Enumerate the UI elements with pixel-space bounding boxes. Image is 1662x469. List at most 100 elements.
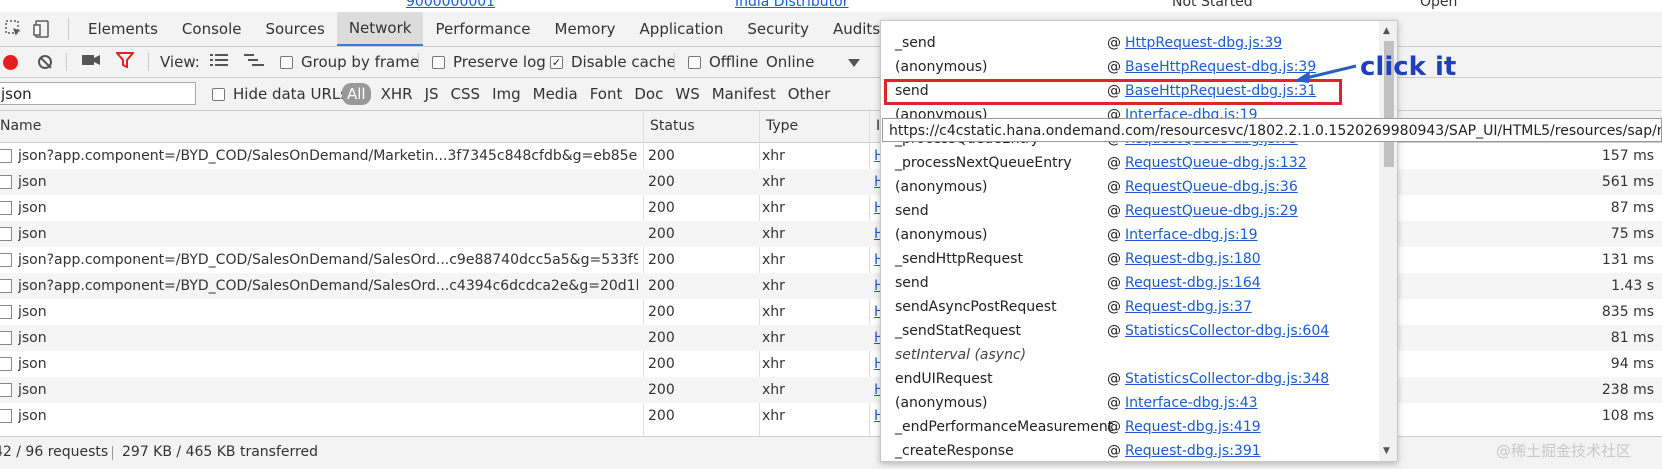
table-row[interactable]: json 200 xhr H 108 ms	[0, 403, 1662, 429]
waterfall-icon[interactable]	[244, 53, 264, 71]
table-row[interactable]: json 200 xhr H 87 ms	[0, 195, 1662, 221]
stack-frame: _endPerformanceMeasurement @ Request-dbg.j…	[881, 415, 1371, 439]
camera-icon[interactable]	[82, 53, 100, 71]
filter-img[interactable]: Img	[486, 85, 527, 103]
device-toolbar-icon[interactable]	[28, 12, 56, 46]
table-row[interactable]: json 200 xhr H 94 ms	[0, 351, 1662, 377]
column-name[interactable]: Name	[0, 111, 644, 142]
filter-ws[interactable]: WS	[669, 85, 705, 103]
filter-all[interactable]: All	[342, 83, 371, 105]
preserve-log-checkbox[interactable]	[432, 55, 445, 69]
record-icon[interactable]	[3, 54, 18, 70]
request-count: 42 / 96 requests	[0, 444, 109, 460]
transfer-size: 297 KB / 465 KB transferred	[122, 444, 318, 460]
filter-css[interactable]: CSS	[445, 85, 487, 103]
group-by-frame-label: Group by frame	[301, 53, 420, 71]
stack-frame: endUIRequest @ StatisticsCollector-dbg.js:…	[881, 367, 1371, 391]
tab-security[interactable]: Security	[735, 12, 821, 46]
table-row[interactable]: json?app.component=/BYD_COD/SalesOnDeman…	[0, 143, 1662, 169]
row-name: json	[18, 174, 47, 190]
row-status: 200	[648, 226, 675, 242]
filter-manifest[interactable]: Manifest	[706, 85, 782, 103]
account-link[interactable]: India Distributor	[735, 0, 848, 10]
source-link[interactable]: Interface-dbg.js:19	[1125, 223, 1258, 247]
row-status: 200	[648, 252, 675, 268]
disable-cache-checkbox[interactable]: ✓	[550, 55, 563, 69]
row-status: 200	[648, 174, 675, 190]
page-content-sliver: 9000000001 India Distributor Not Started…	[0, 0, 1662, 12]
table-row[interactable]: json 200 xhr H 81 ms	[0, 325, 1662, 351]
source-link[interactable]: Request-dbg.js:391	[1125, 439, 1261, 461]
state-text: Open	[1420, 0, 1458, 10]
row-checkbox	[0, 201, 12, 215]
group-by-frame-checkbox[interactable]	[280, 55, 293, 69]
source-link[interactable]: RequestQueue-dbg.js:36	[1125, 175, 1298, 199]
row-checkbox	[0, 305, 12, 319]
offline-checkbox[interactable]	[688, 55, 701, 69]
large-rows-icon[interactable]	[210, 53, 228, 71]
row-checkbox	[0, 357, 12, 371]
source-link[interactable]: BaseHttpRequest-dbg.js:39	[1125, 55, 1316, 79]
source-link[interactable]: RequestQueue-dbg.js:132	[1125, 151, 1307, 175]
tab-elements[interactable]: Elements	[76, 12, 170, 46]
filter-font[interactable]: Font	[584, 85, 629, 103]
tab-application[interactable]: Application	[628, 12, 736, 46]
hide-data-urls-checkbox[interactable]	[212, 87, 225, 101]
throttling-select[interactable]: Online	[766, 47, 861, 77]
row-checkbox	[0, 227, 12, 241]
column-status[interactable]: Status	[643, 111, 759, 142]
chevron-down-icon	[848, 53, 861, 71]
source-link[interactable]: HttpRequest-dbg.js:39	[1125, 31, 1282, 55]
filter-xhr[interactable]: XHR	[375, 85, 419, 103]
stack-frame: (anonymous) @ Interface-dbg.js:43	[881, 391, 1371, 415]
table-row[interactable]: json?app.component=/BYD_COD/SalesOnDeman…	[0, 273, 1662, 299]
inspect-element-icon[interactable]	[0, 12, 28, 46]
source-link[interactable]: Request-dbg.js:419	[1125, 415, 1261, 439]
table-row[interactable]: json 200 xhr H 835 ms	[0, 299, 1662, 325]
row-name: json	[18, 356, 47, 372]
row-status: 200	[648, 148, 675, 164]
source-link[interactable]: StatisticsCollector-dbg.js:604	[1125, 319, 1329, 343]
column-type[interactable]: Type	[759, 111, 875, 142]
row-name: json	[18, 408, 47, 424]
scroll-down-icon[interactable]: ▼	[1383, 446, 1390, 456]
filter-doc[interactable]: Doc	[628, 85, 669, 103]
record-id-link[interactable]: 9000000001	[406, 0, 495, 10]
row-status: 200	[648, 356, 675, 372]
scroll-up-icon[interactable]: ▲	[1383, 26, 1390, 36]
row-time: 94 ms	[1610, 356, 1654, 372]
row-name: json?app.component=/BYD_COD/SalesOnDeman…	[18, 278, 638, 294]
tab-memory[interactable]: Memory	[543, 12, 628, 46]
source-link[interactable]: StatisticsCollector-dbg.js:348	[1125, 367, 1329, 391]
filter-media[interactable]: Media	[527, 85, 584, 103]
throttling-value: Online	[766, 53, 815, 71]
source-link[interactable]: Interface-dbg.js:43	[1125, 391, 1258, 415]
filter-icon[interactable]	[114, 52, 136, 72]
row-status: 200	[648, 382, 675, 398]
row-name: json	[18, 304, 47, 320]
table-row[interactable]: json 200 xhr H 561 ms	[0, 169, 1662, 195]
tab-performance[interactable]: Performance	[423, 12, 542, 46]
clear-icon[interactable]	[38, 55, 52, 69]
filter-js[interactable]: JS	[419, 85, 445, 103]
highlight-box	[884, 79, 1342, 105]
row-type: xhr	[762, 226, 785, 242]
table-row[interactable]: json?app.component=/BYD_COD/SalesOnDeman…	[0, 247, 1662, 273]
source-link[interactable]: Request-dbg.js:164	[1125, 271, 1261, 295]
source-link[interactable]: Request-dbg.js:37	[1125, 295, 1252, 319]
filter-other[interactable]: Other	[782, 85, 837, 103]
source-link[interactable]: RequestQueue-dbg.js:29	[1125, 199, 1298, 223]
disable-cache-label: Disable cache	[571, 53, 676, 71]
row-type: xhr	[762, 330, 785, 346]
row-type: xhr	[762, 148, 785, 164]
popover-scrollbar[interactable]: ▲ ▼	[1379, 21, 1397, 461]
tab-console[interactable]: Console	[170, 12, 254, 46]
stack-frame: _sendHttpRequest @ Request-dbg.js:180	[881, 247, 1371, 271]
filter-input[interactable]	[0, 82, 196, 105]
filter-bar: Hide data URLs All XHR JS CSS Img Media …	[0, 78, 1662, 111]
table-row[interactable]: json 200 xhr H 238 ms	[0, 377, 1662, 403]
tab-sources[interactable]: Sources	[253, 12, 336, 46]
table-row[interactable]: json 200 xhr H 75 ms	[0, 221, 1662, 247]
source-link[interactable]: Request-dbg.js:180	[1125, 247, 1261, 271]
tab-network[interactable]: Network	[336, 12, 424, 46]
